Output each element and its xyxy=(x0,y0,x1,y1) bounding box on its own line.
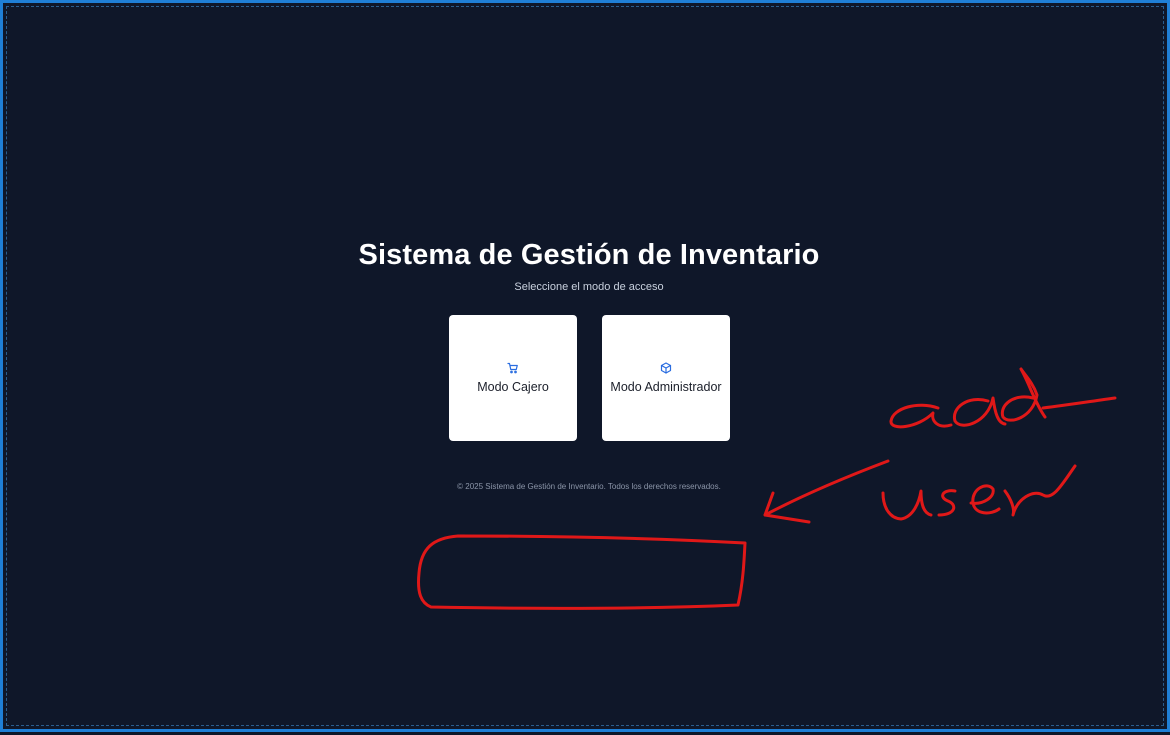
annotation-word-add xyxy=(889,367,1117,429)
annotation-word-user xyxy=(881,464,1077,521)
admin-mode-label: Modo Administrador xyxy=(610,380,722,394)
annotation-arrow xyxy=(763,459,890,524)
annotation-rectangle xyxy=(417,534,747,610)
cashier-mode-button[interactable]: Modo Cajero xyxy=(449,315,577,441)
window-border xyxy=(6,6,1164,726)
app-window: Sistema de Gestión de Inventario Selecci… xyxy=(0,0,1170,732)
page-title: Sistema de Gestión de Inventario xyxy=(358,239,820,271)
cashier-mode-label: Modo Cajero xyxy=(477,380,549,394)
package-icon xyxy=(660,362,672,374)
cart-icon xyxy=(507,362,518,374)
footer-copyright: © 2025 Sistema de Gestión de Inventario.… xyxy=(457,482,721,491)
handwritten-annotation xyxy=(417,367,1117,610)
admin-mode-button[interactable]: Modo Administrador xyxy=(602,315,730,441)
page-subtitle: Seleccione el modo de acceso xyxy=(514,281,664,293)
